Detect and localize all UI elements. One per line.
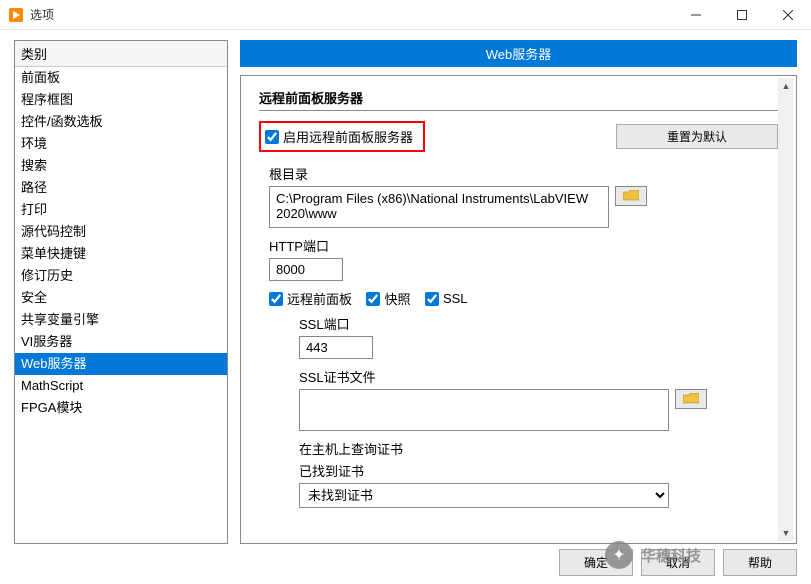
remote-panel-checkbox[interactable]: 远程前面板 xyxy=(269,289,352,308)
sidebar-item[interactable]: 前面板 xyxy=(15,67,227,89)
cancel-button[interactable]: 取消 xyxy=(641,549,715,576)
cert-select[interactable]: 未找到证书 xyxy=(299,483,669,508)
window-title: 选项 xyxy=(30,6,673,23)
category-sidebar[interactable]: 类别 前面板程序框图控件/函数选板环境搜索路径打印源代码控制菜单快捷键修订历史安… xyxy=(14,40,228,544)
ssl-checkbox[interactable]: SSL xyxy=(425,291,468,306)
snapshot-checkbox[interactable]: 快照 xyxy=(366,289,410,308)
sidebar-item[interactable]: 程序框图 xyxy=(15,89,227,111)
main-panel: Web服务器 ▲ ▼ 远程前面板服务器 启用远程前面板服务器 重置为默认 根目录 xyxy=(240,40,797,544)
snapshot-input[interactable] xyxy=(366,292,380,306)
sidebar-item[interactable]: 路径 xyxy=(15,177,227,199)
browse-root-button[interactable] xyxy=(615,186,647,206)
ssl-cert-file-label: SSL证书文件 xyxy=(299,367,778,386)
scroll-up-icon[interactable]: ▲ xyxy=(778,78,794,94)
reset-default-button[interactable]: 重置为默认 xyxy=(616,124,778,149)
enable-remote-panel-label: 启用远程前面板服务器 xyxy=(283,127,413,146)
sidebar-item[interactable]: MathScript xyxy=(15,375,227,397)
section-title: 远程前面板服务器 xyxy=(259,88,778,111)
sidebar-header: 类别 xyxy=(15,41,227,67)
sidebar-item[interactable]: 安全 xyxy=(15,287,227,309)
sidebar-item[interactable]: 控件/函数选板 xyxy=(15,111,227,133)
scrollbar[interactable]: ▲ ▼ xyxy=(778,78,794,541)
sidebar-item[interactable]: 共享变量引擎 xyxy=(15,309,227,331)
close-button[interactable] xyxy=(765,0,811,29)
remote-panel-input[interactable] xyxy=(269,292,283,306)
help-button[interactable]: 帮助 xyxy=(723,549,797,576)
root-dir-label: 根目录 xyxy=(269,164,778,183)
sidebar-item[interactable]: 修订历史 xyxy=(15,265,227,287)
ssl-label: SSL xyxy=(443,291,468,306)
enable-remote-panel-input[interactable] xyxy=(265,130,279,144)
maximize-button[interactable] xyxy=(719,0,765,29)
found-cert-label: 已找到证书 xyxy=(299,461,778,480)
root-dir-input[interactable] xyxy=(269,186,609,228)
sidebar-item[interactable]: 环境 xyxy=(15,133,227,155)
main-body[interactable]: ▲ ▼ 远程前面板服务器 启用远程前面板服务器 重置为默认 根目录 xyxy=(240,75,797,544)
app-icon xyxy=(8,7,24,23)
ssl-port-label: SSL端口 xyxy=(299,314,778,333)
highlight-box: 启用远程前面板服务器 xyxy=(259,121,425,152)
main-header: Web服务器 xyxy=(240,40,797,67)
window-controls xyxy=(673,0,811,29)
remote-panel-label: 远程前面板 xyxy=(287,289,352,308)
snapshot-label: 快照 xyxy=(384,289,410,308)
sidebar-item[interactable]: VI服务器 xyxy=(15,331,227,353)
sidebar-item[interactable]: 菜单快捷键 xyxy=(15,243,227,265)
http-port-label: HTTP端口 xyxy=(269,236,778,255)
folder-icon xyxy=(623,190,639,202)
scroll-down-icon[interactable]: ▼ xyxy=(778,525,794,541)
browse-ssl-cert-button[interactable] xyxy=(675,389,707,409)
ssl-input[interactable] xyxy=(425,292,439,306)
dialog-footer: 确定 取消 帮助 xyxy=(559,549,797,576)
sidebar-item[interactable]: Web服务器 xyxy=(15,353,227,375)
titlebar: 选项 xyxy=(0,0,811,30)
http-port-input[interactable] xyxy=(269,258,343,281)
host-query-label: 在主机上查询证书 xyxy=(299,439,778,458)
enable-remote-panel-checkbox[interactable]: 启用远程前面板服务器 xyxy=(265,127,413,146)
sidebar-item[interactable]: 源代码控制 xyxy=(15,221,227,243)
minimize-button[interactable] xyxy=(673,0,719,29)
ssl-cert-file-input[interactable] xyxy=(299,389,669,431)
ssl-port-input[interactable] xyxy=(299,336,373,359)
sidebar-item[interactable]: FPGA模块 xyxy=(15,397,227,419)
sidebar-item[interactable]: 打印 xyxy=(15,199,227,221)
sidebar-item[interactable]: 搜索 xyxy=(15,155,227,177)
ok-button[interactable]: 确定 xyxy=(559,549,633,576)
folder-icon xyxy=(683,393,699,405)
